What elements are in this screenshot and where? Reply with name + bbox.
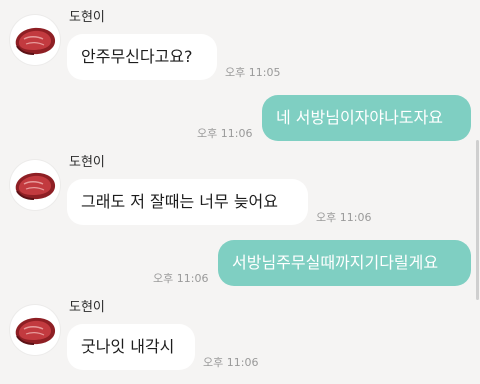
chat-window: 도현이 안주무신다고요? 오후 11:05 네 서방님이자야나도자요 오후 11…	[0, 0, 480, 384]
sender-name: 도현이	[69, 10, 105, 25]
message-bubble-outgoing[interactable]: 서방님주무실때까지기다릴게요	[218, 240, 471, 286]
message-bubble-incoming[interactable]: 안주무신다고요?	[67, 34, 217, 80]
sender-name: 도현이	[69, 155, 105, 170]
steak-icon	[15, 317, 56, 345]
message-time: 오후 11:06	[153, 272, 209, 285]
steak-icon	[15, 172, 56, 200]
avatar[interactable]	[10, 160, 60, 210]
steak-icon	[15, 27, 56, 55]
scrollbar[interactable]	[476, 140, 479, 300]
avatar[interactable]	[10, 305, 60, 355]
message-bubble-incoming[interactable]: 굿나잇 내각시	[67, 324, 195, 370]
sender-name: 도현이	[69, 300, 105, 315]
message-time: 오후 11:06	[203, 356, 259, 369]
message-bubble-outgoing[interactable]: 네 서방님이자야나도자요	[262, 95, 471, 141]
message-time: 오후 11:05	[225, 66, 281, 79]
message-time: 오후 11:06	[197, 127, 253, 140]
avatar[interactable]	[10, 15, 60, 65]
message-time: 오후 11:06	[316, 211, 372, 224]
message-bubble-incoming[interactable]: 그래도 저 잘때는 너무 늦어요	[67, 179, 308, 225]
